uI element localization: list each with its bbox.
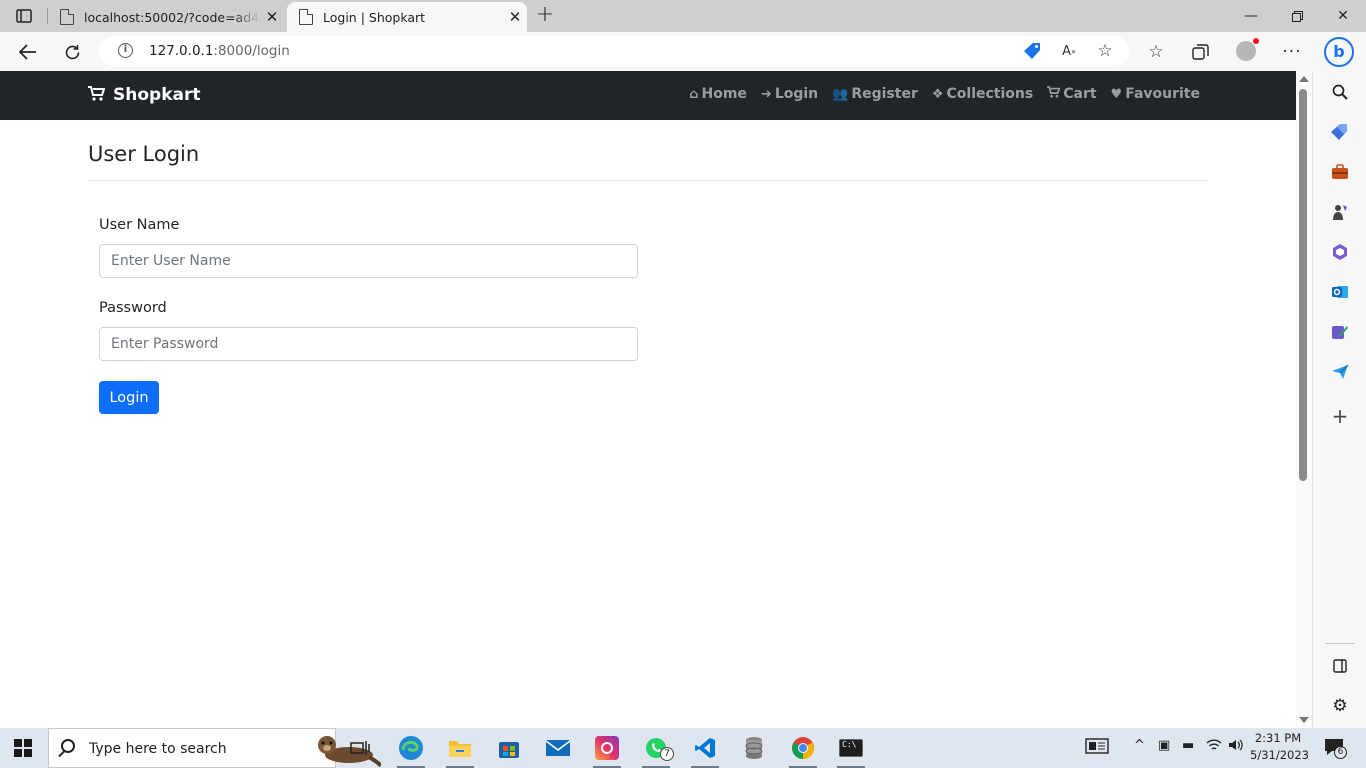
scroll-down-arrow-icon[interactable] [1299,717,1309,723]
nav-login[interactable]: ➜ Login [761,86,818,102]
browser-tab-login[interactable]: Login | Shopkart ✕ [287,2,527,32]
address-bar[interactable]: i 127.0.0.1:8000/login A» ☆ [99,36,1129,66]
login-button[interactable]: Login [99,381,159,414]
task-view-icon[interactable] [340,732,380,764]
password-label: Password [99,300,167,316]
nav-collections[interactable]: ❖ Collections [932,86,1033,102]
tab-actions-menu-icon[interactable] [8,4,40,28]
games-icon[interactable] [1329,201,1351,223]
battery-icon[interactable]: ▬ [1182,738,1194,753]
chrome-icon[interactable] [783,732,823,768]
vscode-icon[interactable] [685,732,725,768]
page-viewport: Shopkart ⌂ Home ➜ Login 👥 Register ❖ Collect… [0,71,1296,728]
back-arrow-icon[interactable] [16,40,40,64]
brand-name: Shopkart [113,85,201,105]
terminal-icon[interactable]: C:\ [831,732,871,768]
close-icon[interactable]: ✕ [260,8,284,26]
notification-center-icon[interactable]: 6 [1324,738,1347,759]
favorites-icon[interactable]: ☆ [1144,40,1168,64]
page-icon [299,9,313,25]
scroll-up-arrow-icon[interactable] [1299,76,1309,82]
windows-start-icon[interactable] [14,739,32,757]
site-info-icon[interactable]: i [118,43,133,58]
meet-now-icon[interactable]: ▣ [1158,738,1170,753]
sign-in-icon: ➜ [760,86,772,102]
home-icon: ⌂ [689,86,699,102]
cubes-icon: ❖ [931,86,944,102]
profile-avatar[interactable] [1236,38,1259,61]
page-title: User Login [88,142,200,166]
nav-cart[interactable]: Cart [1047,86,1097,102]
shopping-icon[interactable] [1329,121,1351,143]
search-placeholder: Type here to search [89,741,227,757]
more-options-icon[interactable]: ··· [1280,40,1304,64]
heart-icon: ♥ [1110,86,1123,102]
page-icon [60,9,74,25]
sidebar-divider [1325,643,1355,644]
nav-home[interactable]: ⌂ Home [689,86,747,102]
nav-links: ⌂ Home ➜ Login 👥 Register ❖ Collections Cart… [689,86,1200,102]
mail-icon[interactable] [538,732,578,764]
clock-date: 5/31/2023 [1250,748,1309,762]
office-icon[interactable] [1329,241,1351,263]
close-icon[interactable]: ✕ [503,8,527,26]
shopping-cart-icon [88,85,106,105]
users-icon: 👥 [832,86,849,102]
cart-icon [1047,86,1061,102]
wifi-icon[interactable] [1206,738,1222,756]
read-aloud-icon[interactable]: A» [1057,39,1081,63]
nav-favourite[interactable]: ♥ Favourite [1111,86,1200,102]
outlook-icon[interactable] [1329,281,1351,303]
edge-taskbar-icon[interactable] [391,732,431,768]
collections-icon[interactable] [1188,40,1212,64]
new-tab-icon[interactable]: + [534,4,556,26]
scrollbar-thumb[interactable] [1299,89,1307,481]
database-icon[interactable] [734,732,774,764]
username-label: User Name [99,217,180,233]
restore-icon[interactable] [1274,0,1320,32]
volume-icon[interactable] [1228,738,1244,756]
news-widget-icon[interactable] [1085,738,1109,758]
minimize-icon[interactable]: — [1228,0,1274,32]
search-icon [61,739,75,753]
site-navbar: Shopkart ⌂ Home ➜ Login 👥 Register ❖ Collect… [0,71,1296,120]
bing-chat-icon[interactable]: b [1324,37,1354,67]
page-scrollbar[interactable] [1296,71,1312,728]
chevron-up-icon[interactable]: ^ [1134,738,1145,753]
taskbar-search-box[interactable]: Type here to search [48,728,381,768]
password-input[interactable] [99,327,638,361]
browser-toolbar: i 127.0.0.1:8000/login A» ☆ ☆ ··· b [0,32,1366,71]
tab-title: Login | Shopkart [323,9,426,25]
microsoft-store-icon[interactable] [489,732,529,764]
system-clock[interactable]: 2:31 PM 5/31/2023 [1250,730,1309,764]
send-icon[interactable] [1329,361,1351,383]
tab-title: localhost:50002/?code=ad4f1887 [84,9,260,25]
notification-count: 6 [1334,746,1347,759]
browser-tab-strip: localhost:50002/?code=ad4f1887 ✕ Login |… [0,0,1366,32]
window-close-icon[interactable]: ✕ [1320,0,1366,32]
divider [88,180,1208,181]
shopping-tag-icon[interactable] [1021,39,1045,63]
settings-gear-icon[interactable]: ⚙ [1329,695,1351,717]
tools-icon[interactable] [1329,161,1351,183]
add-icon[interactable]: + [1329,404,1351,428]
brand-link[interactable]: Shopkart [88,85,200,105]
whatsapp-badge: 7 [660,747,674,761]
file-explorer-icon[interactable] [440,732,480,768]
username-input[interactable] [99,244,638,278]
clock-time: 2:31 PM [1254,731,1302,745]
windows-taskbar: Type here to search 7 C:\ ^ ▣ ▬ 2:31 PM … [0,728,1366,768]
edge-sidebar: + ⚙ [1312,71,1366,728]
whatsapp-icon[interactable]: 7 [636,732,676,768]
search-icon[interactable] [1329,81,1351,103]
url-text[interactable]: 127.0.0.1:8000/login [149,43,290,59]
instagram-icon[interactable] [587,732,627,768]
refresh-icon[interactable] [60,40,84,64]
add-favorite-icon[interactable]: ☆ [1093,39,1117,63]
hide-sidebar-icon[interactable] [1329,655,1351,677]
drop-icon[interactable] [1329,321,1351,343]
nav-register[interactable]: 👥 Register [832,86,918,102]
browser-tab-localhost[interactable]: localhost:50002/?code=ad4f1887 ✕ [48,2,284,32]
